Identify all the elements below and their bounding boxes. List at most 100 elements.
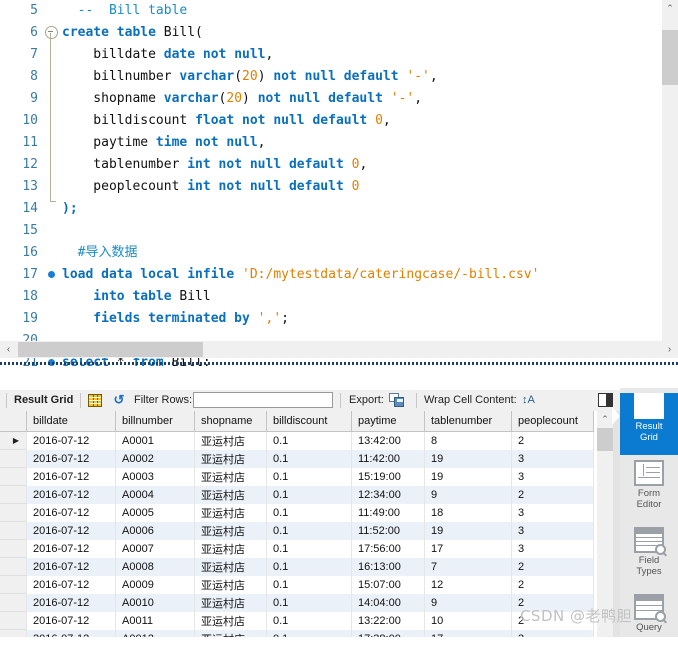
- table-cell-paytime[interactable]: 11:42:00: [351, 449, 425, 468]
- table-cell-peoplecount[interactable]: 2: [511, 557, 594, 576]
- code-line[interactable]: 16 #导入数据: [0, 242, 648, 264]
- row-selector-cell[interactable]: [0, 557, 27, 576]
- splitter-handle[interactable]: [0, 362, 678, 365]
- table-cell-tablenumber[interactable]: 18: [424, 503, 512, 522]
- sidebar-item-result-grid[interactable]: Result Grid: [612, 393, 678, 455]
- sql-editor[interactable]: 5 -- Bill table 6 create table Bill(7 bill…: [0, 0, 678, 368]
- table-cell-billdiscount[interactable]: 0.1: [266, 611, 352, 630]
- table-row[interactable]: 2016-07-12 A0004 亚运村店 0.1 12:34:00 9 2: [0, 485, 594, 504]
- table-cell-billdiscount[interactable]: 0.1: [266, 575, 352, 594]
- table-row[interactable]: 2016-07-12 A0005 亚运村店 0.1 11:49:00 18 3: [0, 503, 594, 522]
- statement-marker-icon[interactable]: [44, 264, 58, 286]
- table-row[interactable]: 2016-07-12 A0007 亚运村店 0.1 17:56:00 17 3: [0, 539, 594, 558]
- table-cell-paytime[interactable]: 15:19:00: [351, 467, 425, 486]
- table-cell-peoplecount[interactable]: 3: [511, 503, 594, 522]
- table-cell-peoplecount[interactable]: 3: [511, 629, 594, 637]
- table-cell-paytime[interactable]: 11:49:00: [351, 503, 425, 522]
- table-cell-tablenumber[interactable]: 12: [424, 575, 512, 594]
- code-line[interactable]: 6 create table Bill(: [0, 22, 648, 44]
- table-row[interactable]: 2016-07-12 A0009 亚运村店 0.1 15:07:00 12 2: [0, 575, 594, 594]
- table-cell-billnumber[interactable]: A0008: [115, 557, 195, 576]
- table-cell-paytime[interactable]: 11:52:00: [351, 521, 425, 540]
- code-line[interactable]: 10 billdiscount float not null default 0…: [0, 110, 648, 132]
- table-cell-billdiscount[interactable]: 0.1: [266, 629, 352, 637]
- row-selector-cell[interactable]: ▶: [0, 431, 27, 450]
- table-cell-billdate[interactable]: 2016-07-12: [26, 431, 116, 450]
- table-cell-billdate[interactable]: 2016-07-12: [26, 485, 116, 504]
- code-line[interactable]: 7 billdate date not null,: [0, 44, 648, 66]
- table-cell-tablenumber[interactable]: 9: [424, 485, 512, 504]
- sql-code-area[interactable]: 5 -- Bill table 6 create table Bill(7 bill…: [0, 0, 648, 368]
- grid-icon[interactable]: [88, 394, 102, 407]
- table-row[interactable]: 2016-07-12 A0003 亚运村店 0.1 15:19:00 19 3: [0, 467, 594, 486]
- editor-horizontal-scrollbar[interactable]: ‹ ›: [0, 341, 678, 358]
- table-cell-billnumber[interactable]: A0007: [115, 539, 195, 558]
- table-cell-shopname[interactable]: 亚运村店: [194, 557, 267, 576]
- table-cell-billdate[interactable]: 2016-07-12: [26, 467, 116, 486]
- table-cell-billdiscount[interactable]: 0.1: [266, 539, 352, 558]
- result-grid[interactable]: billdate billnumber shopname billdiscoun…: [0, 411, 620, 637]
- table-cell-billnumber[interactable]: A0009: [115, 575, 195, 594]
- table-cell-paytime[interactable]: 17:56:00: [351, 539, 425, 558]
- table-cell-paytime[interactable]: 15:07:00: [351, 575, 425, 594]
- row-selector-cell[interactable]: [0, 629, 27, 637]
- table-cell-billdate[interactable]: 2016-07-12: [26, 629, 116, 637]
- column-header-peoplecount[interactable]: peoplecount: [511, 411, 594, 432]
- table-row[interactable]: 2016-07-12 A0002 亚运村店 0.1 11:42:00 19 3: [0, 449, 594, 468]
- scroll-up-icon[interactable]: ⌃: [662, 0, 678, 16]
- result-view-sidebar[interactable]: Result Grid Form Editor Field Types Query: [612, 388, 678, 637]
- code-line[interactable]: 12 tablenumber int not null default 0,: [0, 154, 648, 176]
- column-header-billdiscount[interactable]: billdiscount: [266, 411, 352, 432]
- table-cell-billnumber[interactable]: A0006: [115, 521, 195, 540]
- column-header-tablenumber[interactable]: tablenumber: [424, 411, 512, 432]
- table-cell-shopname[interactable]: 亚运村店: [194, 485, 267, 504]
- code-line[interactable]: 19 fields terminated by ',';: [0, 308, 648, 330]
- table-row[interactable]: 2016-07-12 A0010 亚运村店 0.1 14:04:00 9 2: [0, 593, 594, 612]
- scroll-right-icon[interactable]: ›: [661, 341, 678, 358]
- code-line[interactable]: 13 peoplecount int not null default 0: [0, 176, 648, 198]
- table-cell-shopname[interactable]: 亚运村店: [194, 503, 267, 522]
- table-cell-billnumber[interactable]: A0012: [115, 629, 195, 637]
- table-cell-billnumber[interactable]: A0011: [115, 611, 195, 630]
- sidebar-item-field-types[interactable]: Field Types: [620, 527, 678, 589]
- table-cell-billdiscount[interactable]: 0.1: [266, 503, 352, 522]
- table-cell-billdate[interactable]: 2016-07-12: [26, 557, 116, 576]
- wrap-text-icon[interactable]: ↕A: [522, 393, 536, 407]
- table-cell-paytime[interactable]: 12:34:00: [351, 485, 425, 504]
- table-cell-peoplecount[interactable]: 2: [511, 575, 594, 594]
- table-cell-peoplecount[interactable]: 2: [511, 431, 594, 450]
- table-cell-billdate[interactable]: 2016-07-12: [26, 611, 116, 630]
- table-cell-billdiscount[interactable]: 0.1: [266, 521, 352, 540]
- grid-vertical-scrollbar[interactable]: ⌃: [597, 411, 613, 637]
- table-row[interactable]: 2016-07-12A0012亚运村店0.117:38:00173: [0, 629, 594, 637]
- toggle-sidebar-icon[interactable]: [598, 393, 613, 407]
- table-cell-billdiscount[interactable]: 0.1: [266, 593, 352, 612]
- table-cell-shopname[interactable]: 亚运村店: [194, 575, 267, 594]
- table-cell-billdiscount[interactable]: 0.1: [266, 557, 352, 576]
- table-cell-tablenumber[interactable]: 19: [424, 449, 512, 468]
- table-cell-billdate[interactable]: 2016-07-12: [26, 575, 116, 594]
- row-selector-cell[interactable]: [0, 521, 27, 540]
- row-selector-cell[interactable]: [0, 575, 27, 594]
- refresh-icon[interactable]: ↺: [112, 393, 126, 407]
- table-row[interactable]: ▶ 2016-07-12 A0001 亚运村店 0.1 13:42:00 8 2: [0, 431, 594, 450]
- row-selector-cell[interactable]: [0, 503, 27, 522]
- table-cell-shopname[interactable]: 亚运村店: [194, 611, 267, 630]
- table-cell-billdiscount[interactable]: 0.1: [266, 449, 352, 468]
- table-cell-billdate[interactable]: 2016-07-12: [26, 449, 116, 468]
- code-line[interactable]: 11 paytime time not null,: [0, 132, 648, 154]
- row-selector-cell[interactable]: [0, 449, 27, 468]
- table-cell-tablenumber[interactable]: 17: [424, 539, 512, 558]
- table-cell-peoplecount[interactable]: 2: [511, 485, 594, 504]
- row-selector-cell[interactable]: [0, 539, 27, 558]
- column-header-billdate[interactable]: billdate: [26, 411, 116, 432]
- table-cell-billnumber[interactable]: A0001: [115, 431, 195, 450]
- table-cell-billdiscount[interactable]: 0.1: [266, 467, 352, 486]
- row-selector-cell[interactable]: [0, 485, 27, 504]
- table-cell-shopname[interactable]: 亚运村店: [194, 593, 267, 612]
- row-selector-cell[interactable]: [0, 593, 27, 612]
- table-cell-peoplecount[interactable]: 3: [511, 449, 594, 468]
- table-cell-billdate[interactable]: 2016-07-12: [26, 593, 116, 612]
- editor-vertical-scrollbar[interactable]: ⌃ ⌄: [662, 0, 678, 354]
- code-line[interactable]: 8 billnumber varchar(20) not null defaul…: [0, 66, 648, 88]
